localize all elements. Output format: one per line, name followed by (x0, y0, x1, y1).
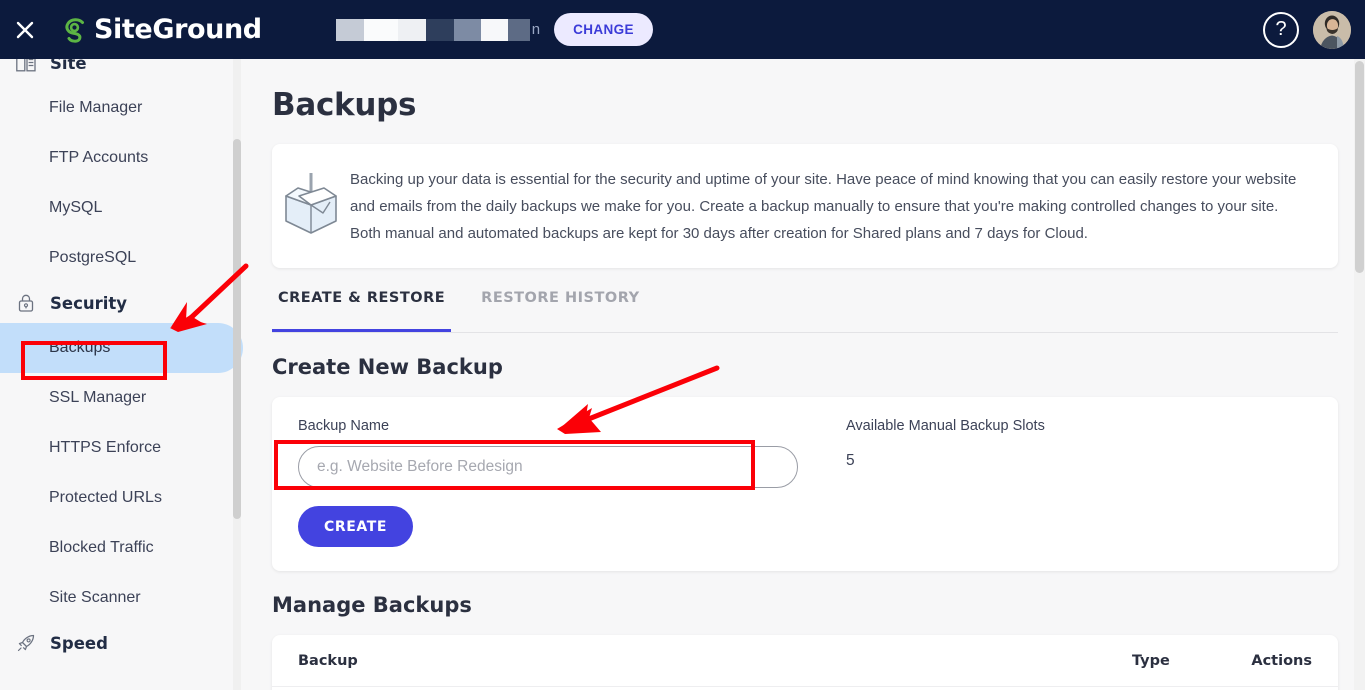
sidebar-item-label: MySQL (49, 199, 103, 216)
available-slots-group: Available Manual Backup Slots 5 (846, 418, 1045, 547)
domain-selector[interactable]: n CHANGE (335, 13, 653, 46)
sidebar-item-label: Site Scanner (49, 589, 141, 606)
sidebar-item-label: File Manager (49, 99, 143, 116)
domain-tail-text: n (531, 21, 541, 38)
sidebar-group-speed[interactable]: Speed (0, 623, 245, 663)
brand-name: SiteGround (94, 14, 262, 45)
sidebar-item-label: Backups (49, 339, 111, 356)
main-scrollbar-thumb[interactable] (1355, 61, 1364, 273)
sidebar-item-label: PostgreSQL (49, 249, 137, 266)
sidebar-group-label-speed: Speed (50, 633, 108, 653)
tab-create-and-restore[interactable]: CREATE & RESTORE (272, 290, 452, 332)
sidebar-item-file-manager[interactable]: File Manager (0, 83, 245, 133)
available-slots-value: 5 (846, 452, 855, 469)
sidebar-item-protected-urls[interactable]: Protected URLs (0, 473, 245, 523)
table-column-type: Type (1132, 652, 1170, 669)
sidebar-item-label: Blocked Traffic (49, 539, 154, 556)
table-column-backup: Backup (298, 652, 358, 669)
create-backup-form: Backup Name CREATE Available Manual Back… (272, 397, 1338, 571)
siteground-logo-icon (60, 15, 90, 45)
sidebar-item-label: HTTPS Enforce (49, 439, 162, 456)
lock-icon (16, 292, 42, 314)
close-icon[interactable] (12, 17, 38, 43)
help-icon[interactable]: ? (1263, 11, 1299, 48)
sidebar-item-label: FTP Accounts (49, 149, 149, 166)
sidebar-item-ftp-accounts[interactable]: FTP Accounts (0, 133, 245, 183)
sidebar-item-postgresql[interactable]: PostgreSQL (0, 233, 245, 283)
main-content: Backups Backing up your data is essentia… (245, 59, 1365, 690)
table-header-row: Backup Type Actions (272, 635, 1338, 687)
backup-name-label: Backup Name (298, 418, 390, 434)
backup-box-icon (272, 169, 350, 243)
sidebar-item-https-enforce[interactable]: HTTPS Enforce (0, 423, 245, 473)
create-button[interactable]: CREATE (298, 506, 414, 547)
sidebar-item-label: Protected URLs (49, 489, 162, 506)
sidebar-group-label-site: Site (50, 59, 87, 73)
sidebar-scrollbar-thumb[interactable] (233, 139, 241, 519)
sidebar-item-label: SSL Manager (49, 389, 147, 406)
avatar[interactable] (1313, 10, 1351, 49)
sidebar-group-security[interactable]: Security (0, 283, 245, 323)
top-bar-right-group: ? (1263, 0, 1351, 59)
sidebar-item-backups[interactable]: Backups (0, 323, 243, 373)
site-icon (16, 59, 42, 74)
tab-restore-history[interactable]: RESTORE HISTORY (475, 290, 645, 332)
create-new-backup-title: Create New Backup (272, 355, 503, 379)
sidebar-item-ssl-manager[interactable]: SSL Manager (0, 373, 245, 423)
redacted-domain (335, 18, 530, 41)
siteground-site-tools-page: SiteGround n CHANGE ? Site File Manager … (0, 0, 1365, 690)
sidebar-item-blocked-traffic[interactable]: Blocked Traffic (0, 523, 245, 573)
sidebar-group-label-security: Security (50, 293, 128, 313)
change-site-button[interactable]: CHANGE (554, 13, 653, 46)
info-card: Backing up your data is essential for th… (272, 144, 1338, 268)
manage-backups-table: Backup Type Actions (272, 635, 1338, 690)
table-column-actions: Actions (1251, 652, 1312, 669)
rocket-icon (16, 632, 42, 654)
backup-name-field-group: Backup Name CREATE (298, 418, 823, 547)
sidebar-item-site-scanner[interactable]: Site Scanner (0, 573, 245, 623)
sidebar[interactable]: Site File Manager FTP Accounts MySQL Pos… (0, 59, 245, 690)
tab-bar: CREATE & RESTORE RESTORE HISTORY (272, 290, 1338, 333)
sidebar-group-site[interactable]: Site (0, 59, 245, 83)
backup-name-input[interactable] (298, 446, 798, 488)
info-description: Backing up your data is essential for th… (350, 170, 1297, 242)
brand-logo-group[interactable]: SiteGround (60, 14, 262, 45)
sidebar-item-mysql[interactable]: MySQL (0, 183, 245, 233)
top-bar: SiteGround n CHANGE ? (0, 0, 1365, 59)
manage-backups-title: Manage Backups (272, 593, 472, 617)
page-title: Backups (272, 87, 417, 123)
available-slots-label: Available Manual Backup Slots (846, 418, 1045, 434)
